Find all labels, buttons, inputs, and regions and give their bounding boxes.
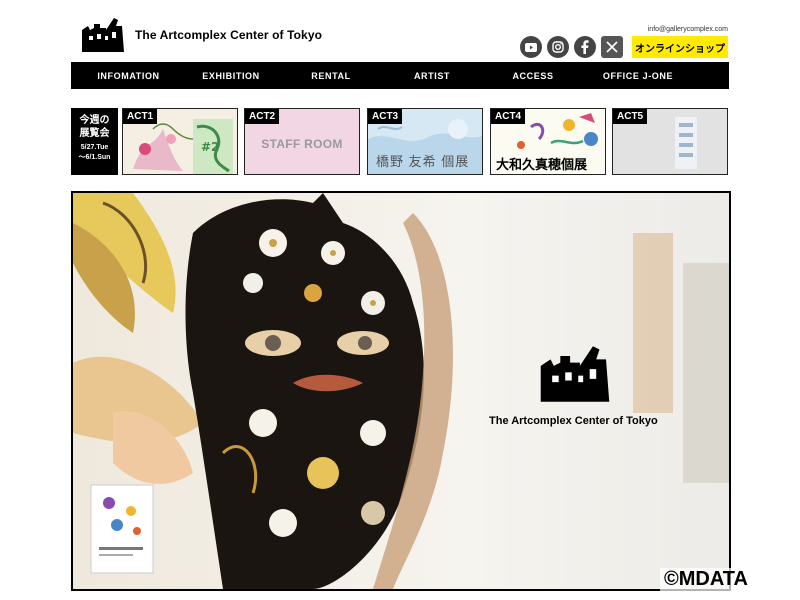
instagram-icon[interactable] — [547, 36, 569, 58]
act4-caption: 大和久真穂個展 — [496, 157, 588, 172]
act1-tag: ACT1 — [123, 109, 158, 124]
copyright-watermark: ©MDATA — [660, 568, 752, 591]
facebook-icon[interactable] — [574, 36, 596, 58]
act1-card[interactable]: #2 ACT1 — [122, 108, 238, 175]
act4-tag: ACT4 — [491, 109, 526, 124]
main-nav: INFOMATION EXHIBITION RENTAL ARTIST ACCE… — [71, 62, 729, 89]
hero-title: The Artcomplex Center of Tokyo — [489, 415, 658, 427]
hero-banner[interactable]: The Artcomplex Center of Tokyo — [71, 191, 731, 591]
svg-text:#2: #2 — [201, 140, 219, 154]
nav-item-infomation[interactable]: INFOMATION — [71, 71, 186, 81]
nav-item-office-j-one[interactable]: OFFICE J-ONE — [588, 71, 688, 81]
act2-caption: STAFF ROOM — [261, 137, 343, 151]
social-links — [520, 36, 623, 58]
act3-card[interactable]: ACT3 橋野 友希 個展 — [367, 108, 483, 175]
hero-logo — [540, 346, 610, 402]
online-shop-button[interactable]: オンラインショップ — [632, 36, 728, 58]
site-title[interactable]: The Artcomplex Center of Tokyo — [135, 28, 322, 42]
youtube-icon[interactable] — [520, 36, 542, 58]
act3-tag: ACT3 — [368, 109, 403, 124]
week-title-line2: 展覧会 — [79, 128, 110, 139]
act5-tag: ACT5 — [613, 109, 648, 124]
act3-caption: 橋野 友希 個展 — [376, 154, 470, 169]
hero-artwork-image — [73, 193, 729, 589]
x-icon[interactable] — [601, 36, 623, 58]
site-logo[interactable] — [80, 16, 126, 54]
week-date-end: 〜6/1.Sun — [78, 154, 111, 161]
nav-item-artist[interactable]: ARTIST — [386, 71, 478, 81]
nav-item-exhibition[interactable]: EXHIBITION — [186, 71, 276, 81]
week-title-line1: 今週の — [79, 115, 110, 126]
act5-card[interactable]: ACT5 — [612, 108, 728, 175]
week-date-start: 5/27.Tue — [80, 144, 109, 151]
this-week-box: 今週の 展覧会 5/27.Tue 〜6/1.Sun — [71, 108, 118, 175]
act2-card[interactable]: ACT2 STAFF ROOM — [244, 108, 360, 175]
nav-item-access[interactable]: ACCESS — [478, 71, 588, 81]
act4-card[interactable]: ACT4 大和久真穂個展 — [490, 108, 606, 175]
act2-tag: ACT2 — [245, 109, 280, 124]
nav-item-rental[interactable]: RENTAL — [276, 71, 386, 81]
email-link[interactable]: info@gallerycomplex.com — [648, 26, 728, 33]
